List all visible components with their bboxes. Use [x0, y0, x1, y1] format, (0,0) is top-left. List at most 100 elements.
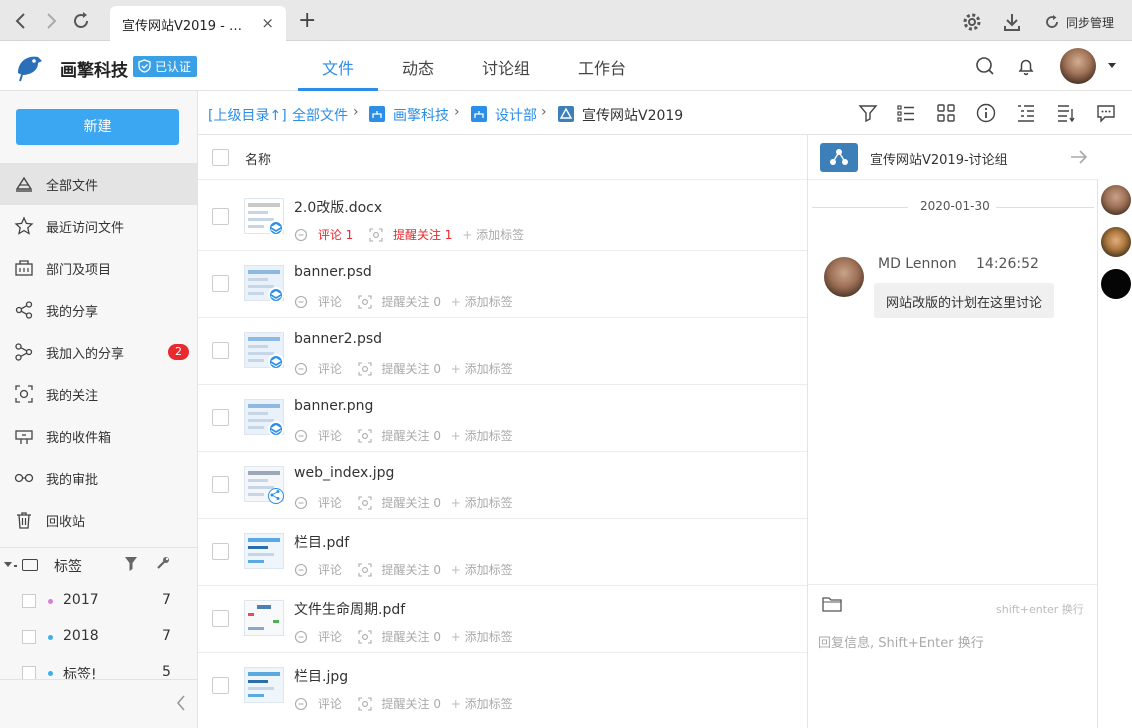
- caret-down-icon[interactable]: [4, 562, 12, 568]
- reload-icon[interactable]: [70, 10, 92, 32]
- remind-count[interactable]: 提醒关注 0: [382, 293, 441, 310]
- add-tag-link[interactable]: 添加标签: [476, 226, 524, 243]
- remind-count[interactable]: 提醒关注 1: [393, 226, 452, 243]
- comment-icon[interactable]: [294, 228, 308, 242]
- forward-icon[interactable]: [40, 10, 62, 32]
- chat-bubble-icon[interactable]: [1096, 103, 1116, 123]
- add-tag-link[interactable]: 添加标签: [465, 494, 513, 511]
- file-name[interactable]: 文件生命周期.pdf: [294, 599, 405, 619]
- remind-count[interactable]: 提醒关注 0: [382, 628, 441, 645]
- file-thumbnail[interactable]: [244, 600, 284, 636]
- tab-activity[interactable]: 动态: [402, 55, 434, 79]
- comment-icon[interactable]: [294, 496, 308, 510]
- row-checkbox[interactable]: [212, 543, 229, 560]
- filter-icon[interactable]: [858, 103, 878, 123]
- comment-icon[interactable]: [294, 295, 308, 309]
- plus-icon[interactable]: +: [451, 429, 461, 443]
- comment-count[interactable]: 评论: [318, 695, 342, 712]
- comment-count[interactable]: 评论 1: [318, 226, 353, 243]
- plus-icon[interactable]: +: [451, 563, 461, 577]
- sidebar-item-approvals[interactable]: 我的审批: [0, 457, 197, 499]
- row-checkbox[interactable]: [212, 610, 229, 627]
- message-author[interactable]: MD Lennon: [878, 256, 957, 272]
- caret-down-icon[interactable]: [1107, 62, 1117, 70]
- tab-workbench[interactable]: 工作台: [578, 55, 626, 79]
- sidebar-item-my-focus[interactable]: 我的关注: [0, 373, 197, 415]
- reply-input[interactable]: 回复信息, Shift+Enter 换行: [818, 632, 984, 651]
- row-checkbox[interactable]: [212, 342, 229, 359]
- tab-discussion[interactable]: 讨论组: [482, 55, 530, 79]
- file-thumbnail[interactable]: [244, 667, 284, 703]
- file-name[interactable]: banner.psd: [294, 264, 372, 280]
- add-tag-link[interactable]: 添加标签: [465, 360, 513, 377]
- file-thumbnail[interactable]: [244, 533, 284, 569]
- file-row[interactable]: banner.psd 评论 提醒关注 0 + 添加标签: [198, 251, 807, 318]
- sidebar-item-all-files[interactable]: 全部文件: [0, 163, 197, 205]
- plus-icon[interactable]: +: [451, 295, 461, 309]
- file-name[interactable]: 栏目.jpg: [294, 666, 348, 686]
- comment-count[interactable]: 评论: [318, 494, 342, 511]
- member-avatar[interactable]: [1101, 227, 1131, 257]
- file-row[interactable]: web_index.jpg 评论 提醒关注 0 + 添加标签: [198, 452, 807, 519]
- info-icon[interactable]: [976, 103, 996, 123]
- row-checkbox[interactable]: [212, 476, 229, 493]
- message-avatar[interactable]: [824, 257, 864, 297]
- file-name[interactable]: 2.0改版.docx: [294, 197, 382, 217]
- file-row[interactable]: 文件生命周期.pdf 评论 提醒关注 0 + 添加标签: [198, 586, 807, 653]
- row-checkbox[interactable]: [212, 409, 229, 426]
- new-button[interactable]: 新建: [16, 109, 179, 145]
- comment-count[interactable]: 评论: [318, 360, 342, 377]
- sidebar-item-joined-shares[interactable]: 我加入的分享 2: [0, 331, 197, 373]
- remind-icon[interactable]: [358, 629, 372, 644]
- browser-tab[interactable]: 宣传网站V2019 - 巴... ×: [110, 6, 286, 41]
- remind-icon[interactable]: [358, 294, 372, 309]
- grid-view-icon[interactable]: [936, 103, 956, 123]
- sidebar-item-recycle-bin[interactable]: 回收站: [0, 499, 197, 541]
- breadcrumb-item[interactable]: 设计部: [495, 105, 537, 125]
- add-tag-link[interactable]: 添加标签: [465, 561, 513, 578]
- remind-icon[interactable]: [369, 227, 383, 242]
- comment-icon[interactable]: [294, 429, 308, 443]
- user-avatar[interactable]: [1060, 48, 1096, 84]
- file-row[interactable]: 栏目.pdf 评论 提醒关注 0 + 添加标签: [198, 519, 807, 586]
- remind-icon[interactable]: [358, 495, 372, 510]
- member-avatar[interactable]: [1101, 269, 1131, 299]
- row-checkbox[interactable]: [212, 677, 229, 694]
- file-name[interactable]: banner.png: [294, 398, 373, 414]
- sort-icon[interactable]: [1056, 103, 1076, 123]
- tab-files[interactable]: 文件: [322, 55, 354, 79]
- row-checkbox[interactable]: [212, 208, 229, 225]
- remind-count[interactable]: 提醒关注 0: [382, 561, 441, 578]
- row-checkbox[interactable]: [212, 275, 229, 292]
- breadcrumb-item[interactable]: 全部文件: [292, 105, 348, 125]
- file-row[interactable]: 2.0改版.docx 评论 1 提醒关注 1 + 添加标签: [198, 184, 807, 251]
- file-name[interactable]: 栏目.pdf: [294, 532, 349, 552]
- remind-icon[interactable]: [358, 428, 372, 443]
- comment-count[interactable]: 评论: [318, 628, 342, 645]
- search-icon[interactable]: [975, 56, 995, 76]
- comment-icon[interactable]: [294, 563, 308, 577]
- tab-close-icon[interactable]: ×: [261, 14, 274, 32]
- folder-icon[interactable]: [822, 596, 842, 612]
- back-icon[interactable]: [10, 10, 32, 32]
- new-tab-button[interactable]: +: [298, 10, 316, 32]
- remind-count[interactable]: 提醒关注 0: [382, 427, 441, 444]
- comment-count[interactable]: 评论: [318, 427, 342, 444]
- remind-count[interactable]: 提醒关注 0: [382, 695, 441, 712]
- remind-icon[interactable]: [358, 562, 372, 577]
- list-view-icon[interactable]: [896, 103, 916, 123]
- comment-icon[interactable]: [294, 630, 308, 644]
- parent-directory-link[interactable]: [上级目录↑]: [208, 105, 287, 125]
- remind-count[interactable]: 提醒关注 0: [382, 360, 441, 377]
- sidebar-item-departments[interactable]: 部门及项目: [0, 247, 197, 289]
- tags-section-header[interactable]: 标签: [0, 548, 197, 582]
- plus-icon[interactable]: +: [451, 630, 461, 644]
- plus-icon[interactable]: +: [451, 362, 461, 376]
- arrow-right-icon[interactable]: [1070, 149, 1088, 165]
- column-header-name[interactable]: 名称: [245, 149, 271, 168]
- filter-icon[interactable]: [125, 557, 137, 571]
- settings-gear-icon[interactable]: [962, 12, 982, 32]
- comment-icon[interactable]: [294, 362, 308, 376]
- sidebar-item-recent[interactable]: 最近访问文件: [0, 205, 197, 247]
- outline-icon[interactable]: [1016, 103, 1036, 123]
